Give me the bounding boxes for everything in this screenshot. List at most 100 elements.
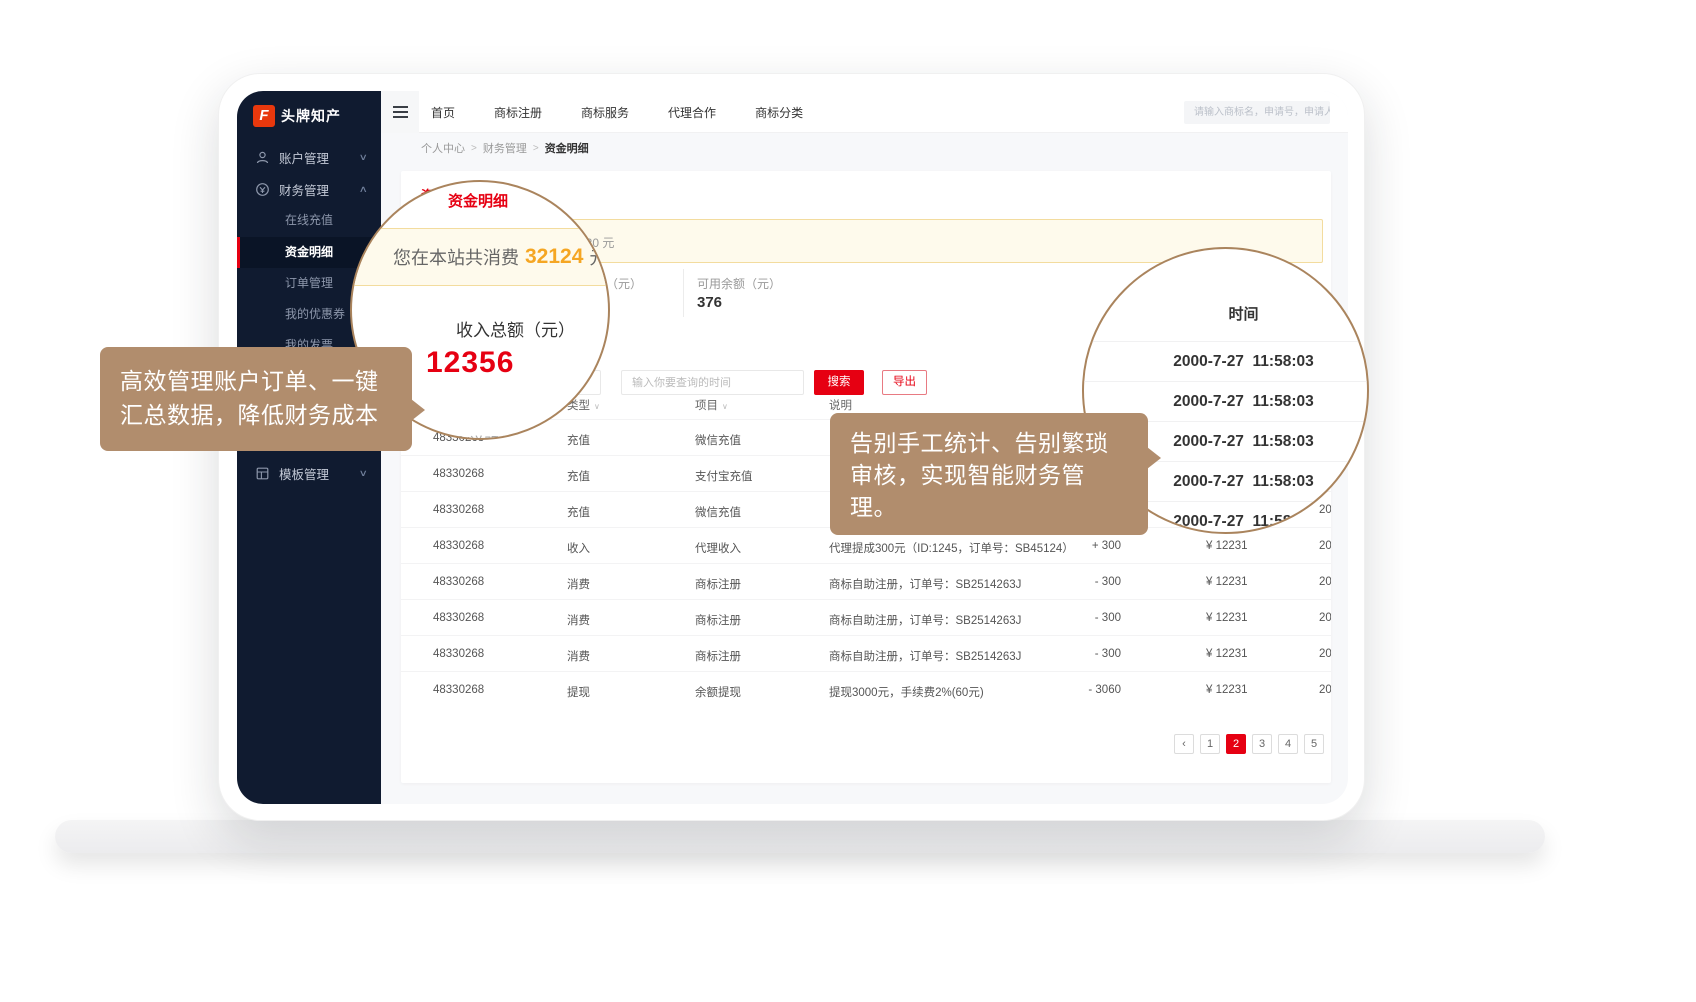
pagination: ‹ 1 2 3 4 5 — [1174, 734, 1324, 754]
pagination-page-1[interactable]: 1 — [1200, 734, 1220, 754]
chevron-down-icon: ∨ — [359, 468, 368, 479]
lens-banner-amount: 32124 — [525, 245, 583, 269]
date-filter-input[interactable] — [621, 370, 804, 395]
cell-desc: 代理提成300元（ID:1245，订单号：SB45124） — [829, 540, 1074, 556]
cell-project: 商标注册 — [695, 612, 741, 628]
breadcrumb-separator-icon: > — [471, 143, 477, 154]
cell-type: 消费 — [567, 576, 590, 592]
cell-balance: ¥ 12231 — [1206, 684, 1248, 696]
stat-divider — [683, 269, 684, 317]
callout-pointer-icon — [411, 399, 425, 421]
wallet-icon — [255, 182, 270, 197]
sidebar-item-account[interactable]: 账户管理 ∨ — [237, 141, 381, 173]
lens-banner-suffix: 元 — [589, 244, 607, 270]
brand-name: 头牌知产 — [281, 106, 341, 126]
sidebar-item-label: 财务管理 — [279, 180, 329, 199]
cell-project: 商标注册 — [695, 648, 741, 664]
lens-time-column-header: 时间 — [1084, 303, 1367, 324]
cell-amount: + 300 — [1041, 540, 1121, 552]
lens-banner-prefix: 您在本站共消费 — [393, 244, 519, 270]
cell-project: 商标注册 — [695, 576, 741, 592]
caret-down-icon: ∨ — [594, 402, 600, 411]
trademark-search-input[interactable] — [1184, 101, 1330, 124]
breadcrumb-part[interactable]: 个人中心 — [421, 140, 465, 156]
sidebar-item-finance[interactable]: 财务管理 ∧ — [237, 173, 381, 205]
search-button[interactable]: 搜索 — [814, 370, 864, 395]
cell-order: 48330268 — [433, 648, 484, 660]
breadcrumb: 个人中心 > 财务管理 > 资金明细 — [381, 133, 1348, 163]
breadcrumb-part[interactable]: 财务管理 — [483, 140, 527, 156]
stat-balance-label: 可用余额（元） — [697, 275, 781, 292]
table-row: 48330268 消费 商标注册 商标自助注册，订单号：SB2514263J -… — [401, 563, 1331, 599]
chevron-up-icon: ∧ — [359, 184, 368, 195]
cell-order: 48330268 — [433, 612, 484, 624]
table-row: 48330268 提现 余额提现 提现3000元，手续费2%(60元) - 30… — [401, 671, 1331, 707]
lens-consumption-banner: 您在本站共消费 32124 元 — [350, 228, 610, 286]
lens-time-value: 2000-7-27 11:58:03 — [1084, 341, 1367, 381]
table-row: 48330268 消费 商标注册 商标自助注册，订单号：SB2514263J -… — [401, 635, 1331, 671]
cell-time: 2000-7-27 11:58:03 — [1319, 684, 1331, 696]
nav-item-home[interactable]: 首页 — [431, 104, 455, 121]
brand-logo-icon: F — [253, 105, 275, 127]
template-icon — [255, 466, 270, 481]
cell-time: 2000-7-27 11:58:03 — [1319, 540, 1331, 552]
sidebar-item-templates[interactable]: 模板管理 ∨ — [237, 457, 381, 489]
lens-tab-fund-detail: 资金明细 — [448, 190, 508, 211]
laptop-base — [55, 820, 1545, 853]
cell-project: 微信充值 — [695, 432, 741, 448]
cell-balance: ¥ 12231 — [1206, 648, 1248, 660]
pagination-page-2-active[interactable]: 2 — [1226, 734, 1246, 754]
table-row: 48330268 消费 商标注册 商标自助注册，订单号：SB2514263J -… — [401, 599, 1331, 635]
callout-pointer-icon — [1147, 447, 1161, 469]
nav-item-trademark-register[interactable]: 商标注册 — [494, 104, 542, 121]
cell-time: 2000-7-27 11:58:03 — [1319, 576, 1331, 588]
cell-project: 微信充值 — [695, 504, 741, 520]
cell-order: 48330268 — [433, 468, 484, 480]
cell-project: 代理收入 — [695, 540, 741, 556]
cell-desc: 商标自助注册，订单号：SB2514263J — [829, 612, 1021, 628]
column-header-project[interactable]: 项目∨ — [695, 397, 728, 413]
cell-amount: - 3060 — [1041, 684, 1121, 696]
caret-down-icon: ∨ — [722, 402, 728, 411]
callout-left-text: 高效管理账户订单、一键汇总数据，降低财务成本 — [120, 364, 392, 432]
stat-balance-value: 376 — [697, 294, 722, 311]
cell-order: 48330268 — [433, 504, 484, 516]
cell-balance: ¥ 12231 — [1206, 540, 1248, 552]
cell-project: 支付宝充值 — [695, 468, 753, 484]
pagination-page-3[interactable]: 3 — [1252, 734, 1272, 754]
user-icon — [255, 150, 270, 165]
pagination-prev-button[interactable]: ‹ — [1174, 734, 1194, 754]
breadcrumb-current: 资金明细 — [545, 140, 589, 156]
cell-amount: - 300 — [1041, 576, 1121, 588]
nav-item-agency-cooperation[interactable]: 代理合作 — [668, 104, 716, 121]
cell-order: 48330268 — [433, 540, 484, 552]
chevron-down-icon: ∨ — [359, 152, 368, 163]
cell-desc: 商标自助注册，订单号：SB2514263J — [829, 576, 1021, 592]
callout-right: 告别手工统计、告别繁琐审核，实现智能财务管理。 — [830, 413, 1148, 535]
breadcrumb-separator-icon: > — [533, 143, 539, 154]
pagination-page-5[interactable]: 5 — [1304, 734, 1324, 754]
hamburger-menu-icon[interactable] — [381, 91, 419, 133]
cell-balance: ¥ 12231 — [1206, 612, 1248, 624]
cell-amount: - 300 — [1041, 612, 1121, 624]
cell-desc: 提现3000元，手续费2%(60元) — [829, 684, 984, 700]
sidebar-item-label: 模板管理 — [279, 464, 329, 483]
export-button[interactable]: 导出 — [882, 370, 927, 395]
cell-project: 余额提现 — [695, 684, 741, 700]
cell-type: 充值 — [567, 504, 590, 520]
column-header-desc: 说明 — [829, 397, 852, 413]
cell-type: 提现 — [567, 684, 590, 700]
cell-type: 收入 — [567, 540, 590, 556]
cell-order: 48330268 — [433, 684, 484, 696]
pagination-page-4[interactable]: 4 — [1278, 734, 1298, 754]
lens-income-value: 12356 — [426, 346, 514, 380]
nav-item-trademark-category[interactable]: 商标分类 — [755, 104, 803, 121]
cell-type: 消费 — [567, 612, 590, 628]
stat-middle-label: （元） — [606, 275, 642, 292]
cell-time: 2000-7-27 11:58:03 — [1319, 612, 1331, 624]
callout-right-text: 告别手工统计、告别繁琐审核，实现智能财务管理。 — [850, 427, 1128, 523]
nav-item-trademark-service[interactable]: 商标服务 — [581, 104, 629, 121]
sidebar-item-label: 账户管理 — [279, 148, 329, 167]
cell-desc: 商标自助注册，订单号：SB2514263J — [829, 648, 1021, 664]
top-navbar: 首页 商标注册 商标服务 代理合作 商标分类 — [381, 91, 1348, 133]
